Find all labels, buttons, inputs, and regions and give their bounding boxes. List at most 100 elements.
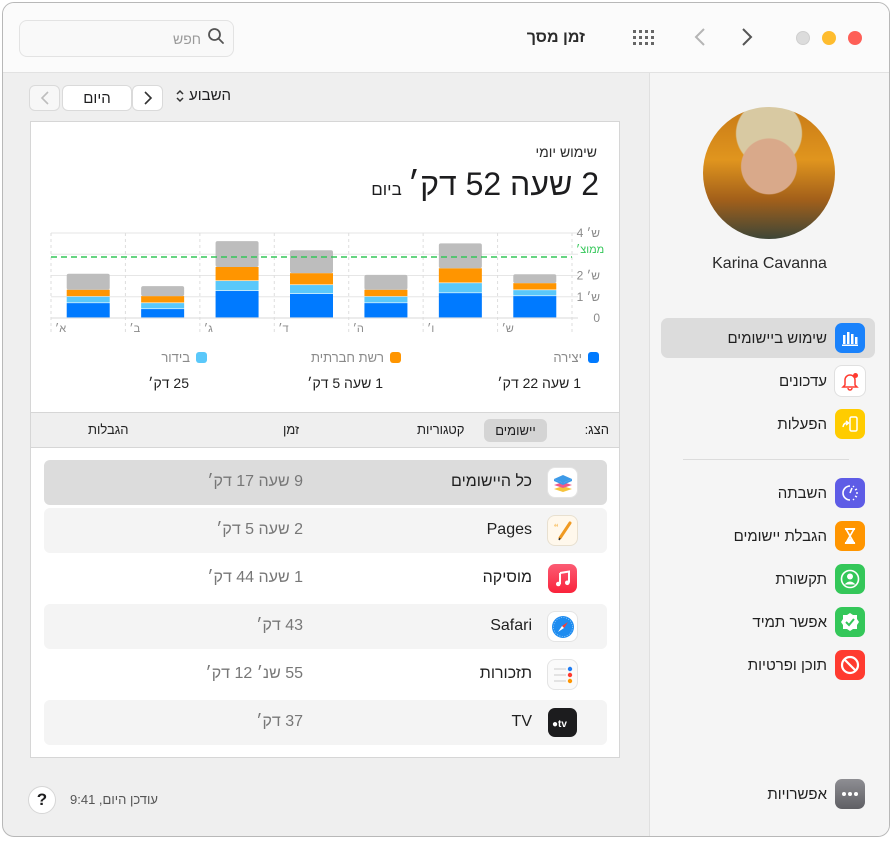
bar-segment [364, 296, 408, 303]
period-selector[interactable]: השבוע [175, 87, 231, 104]
sidebar-label: השבתה [777, 484, 827, 502]
tab-categories[interactable]: קטגוריות [417, 422, 464, 437]
user-avatar[interactable] [703, 107, 835, 239]
bar-segment [215, 267, 259, 281]
pickups-icon [835, 409, 865, 439]
search-input[interactable] [51, 30, 201, 47]
sidebar-label: שימוש ביישומים [727, 329, 827, 347]
bar-segment [290, 273, 333, 285]
bar-segment [438, 243, 482, 269]
options-button[interactable]: אפשרויות [767, 779, 875, 809]
options-label: אפשרויות [767, 785, 827, 803]
usage-bar-chart: א׳ ב׳ ג׳ ד׳ ה׳ ו׳ ש׳ ממוצ׳ 0 1 ש׳ 2 ש׳ 4 ש׳ [50, 226, 604, 335]
checkmark-badge-icon [835, 607, 865, 637]
app-time: 9 שעה 17 דק׳ [207, 473, 303, 490]
zoom-window-button[interactable] [796, 31, 810, 45]
forward-button[interactable] [733, 23, 761, 51]
x-tick-label: א׳ [55, 322, 66, 335]
bar-segment [438, 268, 482, 283]
bar-segment [364, 303, 408, 318]
sidebar-label: עדכונים [779, 372, 827, 390]
help-button[interactable]: ? [28, 786, 56, 814]
svg-text:●tv: ●tv [552, 719, 567, 730]
legend-swatch [196, 352, 207, 363]
app-time: 2 שעה 5 דק׳ [216, 521, 303, 538]
sidebar-label: הגבלת יישומים [733, 527, 827, 545]
legend-total-entertainment: 25 דק׳ [148, 375, 189, 391]
notifications-bell-icon [835, 366, 865, 396]
bar-segment [513, 296, 557, 318]
search-icon [207, 27, 225, 50]
sidebar: Karina Cavanna שימוש ביישומים עדכונים הפ… [649, 73, 889, 836]
previous-period-button[interactable] [29, 85, 60, 111]
bar-segment [141, 286, 185, 297]
bar-segment [513, 290, 557, 296]
app-name: מוסיקה [482, 569, 532, 586]
sidebar-item-downtime[interactable]: השבתה [661, 473, 875, 513]
more-ellipsis-icon [835, 779, 865, 809]
sidebar-item-communication[interactable]: תקשורת [661, 559, 875, 599]
reminders-icon [548, 660, 577, 689]
legend-item-entertainment: בידור [161, 350, 207, 365]
app-row-safari[interactable]: Safari 43 דק׳ [44, 604, 607, 649]
minimize-window-button[interactable] [822, 31, 836, 45]
app-row-reminders[interactable]: תזכורות 55 שנ׳ 12 דק׳ [44, 652, 607, 697]
bar-segment [215, 281, 259, 291]
sidebar-item-content-privacy[interactable]: תוכן ופרטיות [661, 645, 875, 685]
sidebar-label: אפשר תמיד [752, 613, 827, 631]
sidebar-item-notifications[interactable]: עדכונים [661, 361, 875, 401]
bar-segment [364, 289, 408, 297]
bar-segment [290, 285, 333, 294]
average-label: ממוצ׳ [576, 243, 604, 256]
last-updated-status: עודכן היום, 9:41 [70, 792, 158, 807]
app-time: 43 דק׳ [256, 617, 303, 634]
close-window-button[interactable] [848, 31, 862, 45]
app-row-all-apps[interactable]: כל היישומים 9 שעה 17 דק׳ [44, 460, 607, 505]
x-tick-label: ג׳ [204, 322, 213, 335]
bar-segment [141, 303, 185, 309]
bar-segment [66, 296, 110, 303]
show-all-grid-icon[interactable] [631, 27, 657, 49]
bar-segment [215, 241, 259, 267]
chevron-right-icon [742, 28, 753, 46]
legend-total-social: 1 שעה 5 דק׳ [307, 375, 383, 391]
legend-swatch [588, 352, 599, 363]
sidebar-item-pickups[interactable]: הפעלות [661, 404, 875, 444]
safari-icon [548, 612, 577, 641]
period-label: השבוע [189, 87, 232, 104]
next-period-button[interactable] [132, 85, 163, 111]
sidebar-item-app-usage[interactable]: שימוש ביישומים [661, 318, 875, 358]
app-usage-icon [835, 323, 865, 353]
bar-segment [364, 274, 408, 290]
x-tick-label: ו׳ [427, 322, 434, 335]
legend-total-creativity: 1 שעה 22 דק׳ [497, 375, 581, 391]
legend-label: יצירה [553, 350, 582, 365]
all-apps-icon [548, 468, 577, 497]
app-row-pages[interactable]: “ Pages 2 שעה 5 דק׳ [44, 508, 607, 553]
show-label: הצג: [584, 422, 609, 437]
music-icon [548, 564, 577, 593]
sidebar-item-app-limits[interactable]: הגבלת יישומים [661, 516, 875, 556]
app-row-tv[interactable]: ●tv TV 37 דק׳ [44, 700, 607, 745]
pages-icon: “ [548, 516, 577, 545]
downtime-icon [835, 478, 865, 508]
chevron-right-icon [143, 91, 152, 105]
app-row-music[interactable]: מוסיקה 1 שעה 44 דק׳ [44, 556, 607, 601]
title-bar: זמן מסך [3, 3, 889, 73]
up-down-chevron-icon [176, 89, 184, 102]
app-name: TV [511, 713, 532, 730]
chevron-left-icon [694, 28, 705, 46]
legend-swatch [390, 352, 401, 363]
sidebar-item-always-allowed[interactable]: אפשר תמיד [661, 602, 875, 642]
communication-icon [835, 564, 865, 594]
today-button[interactable]: היום [62, 85, 132, 111]
search-field[interactable] [19, 20, 234, 57]
tab-apps[interactable]: יישומים [484, 419, 547, 442]
app-name: תזכורות [479, 665, 532, 682]
bar-segment [66, 303, 110, 318]
bar-segment [66, 273, 110, 290]
back-button[interactable] [686, 23, 714, 51]
bar-segment [290, 293, 333, 318]
column-header-time[interactable]: זמן [283, 422, 299, 437]
restriction-icon [835, 650, 865, 680]
